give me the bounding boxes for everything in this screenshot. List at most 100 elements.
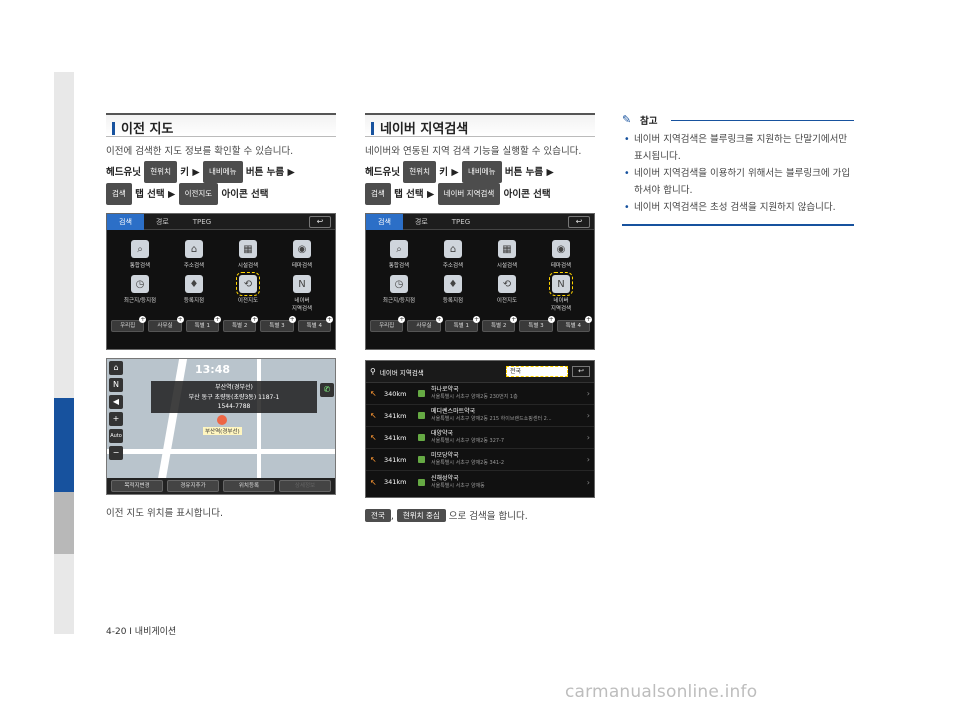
- tab-label: 검색: [106, 183, 132, 205]
- result-row[interactable]: ↖ 340km 하나로약국 서울특별시 서초구 양재2동 230번지 1층 ›: [366, 383, 594, 405]
- menu-item-address-search[interactable]: ⌂ 주소검색: [167, 240, 221, 269]
- instruction-step-1: 헤드유닛 현위치 키 ▶ 내비메뉴 버튼 누름 ▶: [106, 161, 336, 183]
- icon-label: 이전지도: [178, 183, 219, 205]
- result-row[interactable]: ↖ 341km 신해성약국 서울특별시 서초구 양재동 ›: [366, 471, 594, 493]
- menu-item-naver-search[interactable]: N 네이버 지역검색: [275, 275, 329, 312]
- home-icon: ⌂: [185, 240, 203, 258]
- icon-label: 네이버 지역검색: [437, 183, 501, 205]
- note-list: 네이버 지역검색은 블루링크를 지원하는 단말기에서만 표시됩니다. 네이버 지…: [622, 131, 854, 226]
- zoom-mode[interactable]: Auto: [109, 429, 123, 443]
- note-title: 참고: [640, 116, 658, 127]
- menu-item-theme-search[interactable]: ◉ 테마검색: [534, 240, 588, 269]
- note-header: ✎ 참고: [622, 113, 854, 127]
- menu-item-facility-search[interactable]: ▦ 시설검색: [480, 240, 534, 269]
- fav-special-4[interactable]: 특별 4: [297, 316, 334, 332]
- camera-icon: ◉: [293, 240, 311, 258]
- poi-info-box: 부산역(경부선) 부산 동구 초량동(초량3동) 1187-1 1544-778…: [151, 381, 317, 413]
- north-icon[interactable]: N: [109, 378, 123, 392]
- pharmacy-icon: [418, 390, 425, 397]
- fav-special-3[interactable]: 특별 3: [519, 316, 555, 332]
- button-label: 내비메뉴: [461, 161, 502, 183]
- zoom-out-icon[interactable]: −: [109, 446, 123, 460]
- menu-item-theme-search[interactable]: ◉ 테마검색: [275, 240, 329, 269]
- note-item: 네이버 지역검색을 이용하기 위해서는 블루링크에 가입하셔야 합니다.: [622, 165, 854, 199]
- direction-arrow-icon: ↖: [370, 477, 377, 487]
- pharmacy-icon: [418, 478, 425, 486]
- previous-map-section: 이전 지도 이전에 검색한 지도 정보를 확인할 수 있습니다. 헤드유닛 현위…: [106, 113, 336, 519]
- fav-special-3[interactable]: 특별 3: [260, 316, 296, 332]
- menu-item-address-search[interactable]: ⌂ 주소검색: [426, 240, 480, 269]
- results-title: 네이버 지역검색: [379, 368, 424, 377]
- fav-special-1[interactable]: 특별 1: [444, 316, 481, 332]
- result-row[interactable]: ↖ 341km 대양약국 서울특별시 서초구 양재2동 327-7 ›: [366, 427, 594, 449]
- button-label: 내비메뉴: [202, 161, 243, 183]
- section-title: 네이버 지역검색: [365, 113, 595, 137]
- pencil-icon: ✎: [622, 113, 632, 126]
- tab-route[interactable]: 경로: [144, 214, 181, 230]
- result-row[interactable]: ↖ 341km 메디쎈스마트약국 서울특별시 서초구 양재2동 215 하이브랜드…: [366, 405, 594, 427]
- page-footer: 4-20 I 내비게이션: [106, 627, 177, 637]
- chevron-right-icon: ›: [586, 389, 590, 398]
- region-dropdown[interactable]: 전국: [506, 366, 568, 377]
- facility-icon: ▦: [498, 240, 516, 258]
- naver-icon: N: [293, 275, 311, 293]
- chapter-indicator-secondary: [54, 492, 74, 554]
- fav-home[interactable]: 우리집: [111, 316, 147, 332]
- change-destination-button[interactable]: 목적지변경: [111, 480, 163, 492]
- fav-special-4[interactable]: 특별 4: [556, 316, 593, 332]
- key-label: 현위치: [144, 161, 177, 183]
- fav-office[interactable]: 사무실: [148, 316, 185, 332]
- phone-icon[interactable]: ✆: [320, 383, 334, 397]
- results-header: ⚲ 네이버 지역검색 전국 ↩: [366, 361, 594, 383]
- volume-icon[interactable]: ◀: [109, 395, 123, 409]
- search-icon: ⌕: [131, 240, 149, 258]
- back-icon[interactable]: ↩: [568, 215, 590, 228]
- fav-special-2[interactable]: 특별 2: [481, 316, 518, 332]
- tab-search[interactable]: 검색: [107, 214, 144, 230]
- camera-icon: ◉: [552, 240, 570, 258]
- menu-item-registered[interactable]: ♦ 등록지점: [426, 275, 480, 312]
- chevron-right-icon: ›: [586, 477, 590, 487]
- menu-item-previous-map[interactable]: ⟲ 이전지도: [480, 275, 534, 312]
- back-icon[interactable]: ↩: [572, 366, 590, 377]
- search-menu-screenshot: 검색 경로 TPEG ↩ ⌕ 통합검색 ⌂ 주소검색 ▦ 시설검색 ◉ 테마검색 ◷ 최근…: [365, 213, 595, 350]
- fav-special-2[interactable]: 특별 2: [222, 316, 259, 332]
- menu-item-facility-search[interactable]: ▦ 시설검색: [221, 240, 275, 269]
- watermark: carmanualsonline.info: [565, 682, 758, 702]
- chevron-right-icon: ›: [586, 433, 590, 442]
- pharmacy-icon: [418, 412, 425, 419]
- tab-tpeg[interactable]: TPEG: [440, 214, 482, 230]
- zoom-in-icon[interactable]: +: [109, 412, 123, 426]
- menu-item-integrated-search[interactable]: ⌕ 통합검색: [372, 240, 426, 269]
- region-option-label: 전국: [365, 509, 391, 522]
- menu-tabbar: 검색 경로 TPEG ↩: [366, 214, 594, 230]
- fav-office[interactable]: 사무실: [407, 316, 444, 332]
- tab-search[interactable]: 검색: [366, 214, 403, 230]
- fav-special-1[interactable]: 특별 1: [185, 316, 222, 332]
- instruction-step-2: 검색 탭 선택 ▶ 이전지도 아이콘 선택: [106, 183, 336, 205]
- search-icon: ⌕: [390, 240, 408, 258]
- menu-item-integrated-search[interactable]: ⌕ 통합검색: [113, 240, 167, 269]
- result-row[interactable]: ↖ 341km 미모당약국 서울특별시 서초구 양재2동 341-2 ›: [366, 449, 594, 471]
- chapter-indicator: [54, 398, 74, 492]
- tab-route[interactable]: 경로: [403, 214, 440, 230]
- tab-tpeg[interactable]: TPEG: [181, 214, 223, 230]
- menu-item-recent[interactable]: ◷ 최근지/등지점: [372, 275, 426, 312]
- menu-item-previous-map[interactable]: ⟲ 이전지도: [221, 272, 275, 312]
- menu-item-naver-search[interactable]: N 네이버 지역검색: [534, 272, 588, 312]
- register-location-button[interactable]: 위치등록: [223, 480, 275, 492]
- recent-icon: ◷: [131, 275, 149, 293]
- chevron-right-icon: ›: [586, 455, 590, 464]
- back-icon[interactable]: ↩: [309, 215, 331, 228]
- menu-item-recent[interactable]: ◷ 최근지/등지점: [113, 275, 167, 312]
- note-item: 네이버 지역검색은 초성 검색을 지원하지 않습니다.: [622, 199, 854, 216]
- section-description: 이전에 검색한 지도 정보를 확인할 수 있습니다.: [106, 146, 294, 157]
- note-section: ✎ 참고 네이버 지역검색은 블루링크를 지원하는 단말기에서만 표시됩니다. …: [622, 113, 854, 226]
- fav-home[interactable]: 우리집: [370, 316, 406, 332]
- add-waypoint-button[interactable]: 경유지추가: [167, 480, 219, 492]
- menu-item-registered[interactable]: ♦ 등록지점: [167, 275, 221, 312]
- pin-icon: ♦: [444, 275, 462, 293]
- menu-tabbar: 검색 경로 TPEG ↩: [107, 214, 335, 230]
- details-button[interactable]: 상세정보: [279, 480, 331, 492]
- home-icon[interactable]: ⌂: [109, 361, 123, 375]
